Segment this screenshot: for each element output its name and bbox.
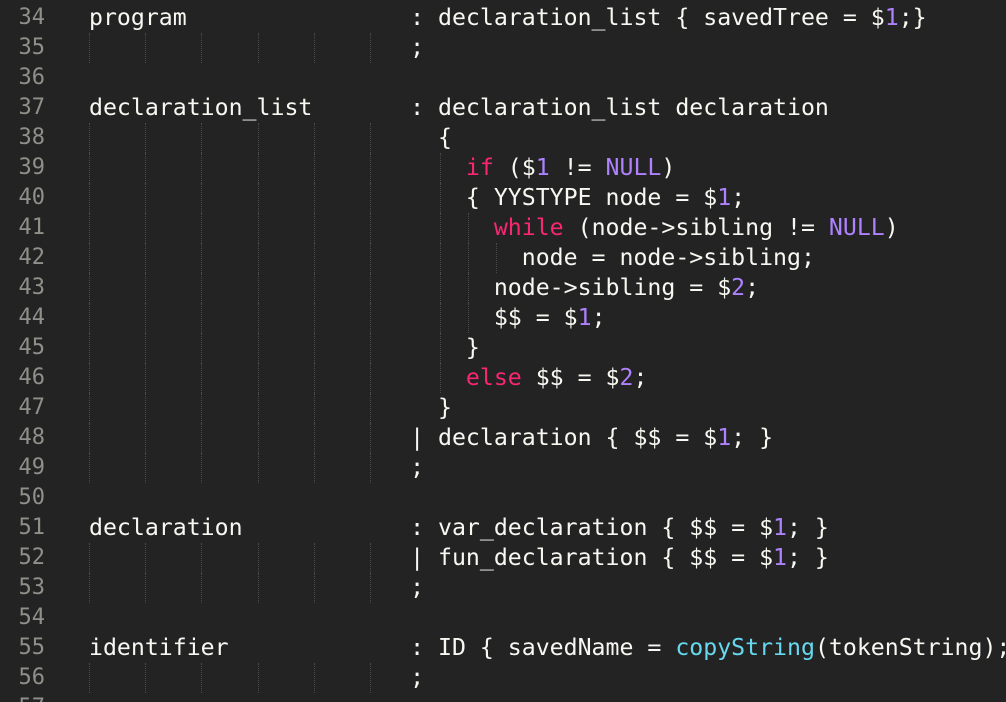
line-number: 37 — [18, 95, 46, 120]
code-text: ; — [89, 574, 425, 601]
code-line[interactable]: 42 node = node->sibling; — [0, 243, 1006, 273]
code-line[interactable]: 38 { — [0, 123, 1006, 153]
line-number: 43 — [18, 275, 46, 300]
line-number: 41 — [18, 215, 46, 240]
code-line[interactable]: 36 — [0, 63, 1006, 93]
line-number: 47 — [18, 395, 46, 420]
code-text: declaration_list : declaration_list decl… — [89, 94, 829, 121]
code-line[interactable]: 35 ; — [0, 33, 1006, 63]
line-number: 46 — [18, 365, 46, 390]
code-line[interactable]: 39 if ($1 != NULL) — [0, 153, 1006, 183]
code-text: identifier : ID { savedName = copyString… — [89, 634, 1006, 661]
line-number: 49 — [18, 455, 46, 480]
code-line[interactable]: 50 — [0, 483, 1006, 513]
code-text: ; — [89, 664, 425, 691]
line-number: 48 — [18, 425, 46, 450]
line-number: 54 — [18, 605, 46, 630]
code-line[interactable]: 41 while (node->sibling != NULL) — [0, 213, 1006, 243]
code-line[interactable]: 47 } — [0, 393, 1006, 423]
line-number: 50 — [18, 485, 46, 510]
code-text: ; — [89, 454, 425, 481]
code-line[interactable]: 40 { YYSTYPE node = $1; — [0, 183, 1006, 213]
code-line[interactable]: 34 program : declaration_list { savedTree… — [0, 3, 1006, 33]
line-number: 57 — [0, 693, 46, 702]
line-number: 52 — [18, 545, 46, 570]
code-line[interactable]: 37 declaration_list : declaration_list de… — [0, 93, 1006, 123]
code-line[interactable]: 49 ; — [0, 453, 1006, 483]
code-line[interactable]: 55 identifier : ID { savedName = copyStri… — [0, 633, 1006, 663]
code-line[interactable]: 52 | fun_declaration { $$ = $1; } — [0, 543, 1006, 573]
code-text: program : declaration_list { savedTree =… — [89, 4, 927, 31]
line-number: 56 — [18, 665, 46, 690]
line-number: 35 — [18, 35, 46, 60]
line-number: 38 — [18, 125, 46, 150]
line-number: 40 — [18, 185, 46, 210]
line-number: 42 — [18, 245, 46, 270]
code-line[interactable]: 56 ; — [0, 663, 1006, 693]
code-line[interactable]: 48 | declaration { $$ = $1; } — [0, 423, 1006, 453]
code-line[interactable]: 46 else $$ = $2; — [0, 363, 1006, 393]
code-text: } — [89, 334, 480, 361]
line-number: 34 — [18, 5, 46, 30]
code-text: { — [89, 124, 452, 151]
line-number: 44 — [18, 305, 46, 330]
line-number: 39 — [18, 155, 46, 180]
code-line[interactable]: 54 — [0, 603, 1006, 633]
line-number: 45 — [18, 335, 46, 360]
code-text: node = node->sibling; — [89, 244, 815, 271]
code-text: while (node->sibling != NULL) — [493, 214, 899, 241]
code-editor[interactable]: 34 program : declaration_list { savedTree… — [0, 0, 1006, 702]
line-number: 55 — [18, 635, 46, 660]
code-line[interactable]: 53 ; — [0, 573, 1006, 603]
code-text: declaration : var_declaration { $$ = $1;… — [89, 514, 829, 541]
code-text: } — [89, 394, 452, 421]
code-text: node->sibling = $2; — [89, 274, 760, 301]
code-text: $$ = $1; — [89, 304, 606, 331]
code-text: | declaration { $$ = $1; } — [89, 424, 774, 451]
line-number: 51 — [18, 515, 46, 540]
code-text: else $$ = $2; — [465, 364, 648, 391]
code-line[interactable]: 43 node->sibling = $2; — [0, 273, 1006, 303]
code-line[interactable]: 45 } — [0, 333, 1006, 363]
code-text: | fun_declaration { $$ = $1; } — [89, 544, 829, 571]
code-line[interactable]: 44 $$ = $1; — [0, 303, 1006, 333]
line-number: 36 — [18, 65, 46, 90]
line-number: 53 — [18, 575, 46, 600]
code-text: if ($1 != NULL) — [465, 154, 676, 181]
code-text: ; — [89, 34, 425, 61]
code-line[interactable]: 57 — [0, 693, 1006, 702]
code-text: { YYSTYPE node = $1; — [89, 184, 746, 211]
code-line[interactable]: 51 declaration : var_declaration { $$ = $… — [0, 513, 1006, 543]
